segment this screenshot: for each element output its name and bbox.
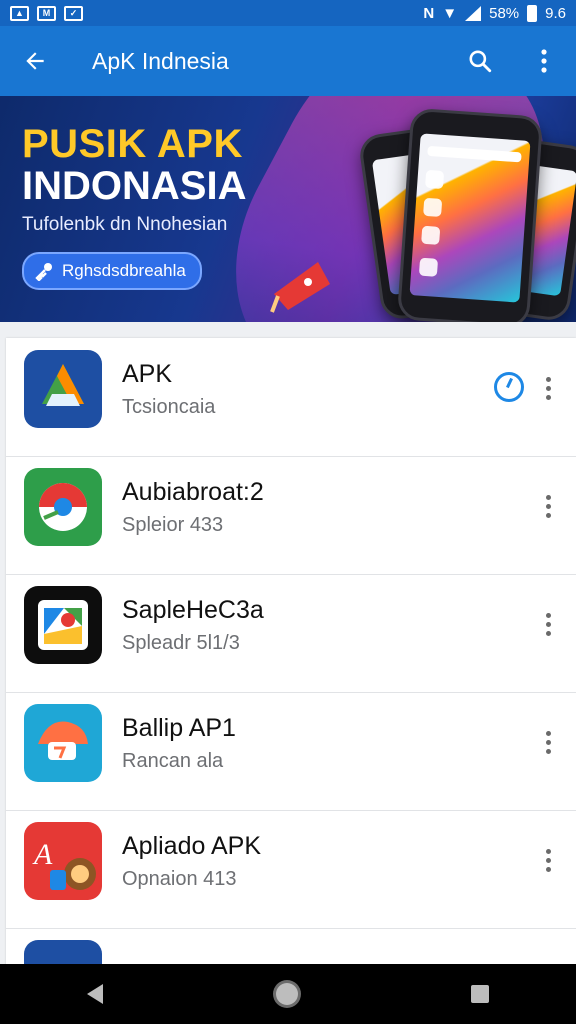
- list-item[interactable]: APK Tcsioncaia: [6, 338, 576, 457]
- app-name: Ballip AP1: [122, 714, 236, 742]
- banner-title-line2: INDONASIA: [22, 164, 247, 208]
- app-icon-drive: [24, 350, 102, 428]
- app-name: Apliado APK: [122, 832, 261, 860]
- battery-icon: [527, 4, 538, 22]
- app-icon-chrome: [24, 468, 102, 546]
- app-meta: Spleior 433: [122, 514, 224, 536]
- more-options-button[interactable]: [530, 840, 566, 880]
- app-meta: Spleadr 5l1/3: [122, 632, 240, 654]
- list-item[interactable]: Aubiabroat:2 Spleior 433: [6, 456, 576, 575]
- overflow-menu-button[interactable]: [512, 26, 576, 96]
- battery-percent: 58%: [489, 4, 520, 22]
- list-item[interactable]: A Apliado APK Opnaion 413: [6, 810, 576, 929]
- more-options-button[interactable]: [530, 604, 566, 644]
- back-button[interactable]: [0, 26, 70, 96]
- app-icon-monkey: A: [24, 822, 102, 900]
- signal-icon: [465, 5, 482, 21]
- app-icon-maps: [24, 586, 102, 664]
- list-item[interactable]: Ballip AP1 Rancan ala: [6, 692, 576, 811]
- app-meta: Rancan ala: [122, 750, 224, 772]
- more-options-button[interactable]: [530, 368, 566, 408]
- nav-home-icon[interactable]: [275, 983, 298, 1005]
- app-meta: Tcsioncaia: [122, 396, 216, 418]
- phone-mockup-center: [396, 107, 544, 322]
- more-vert-icon: [541, 49, 547, 73]
- nav-back-icon[interactable]: [86, 984, 103, 1004]
- banner-cta-label: Rghsdsdbreahla: [62, 261, 186, 280]
- app-list: APK Tcsioncaia Aubiabroat:2 Spleior 433 …: [6, 338, 576, 968]
- nfc-icon: N: [423, 4, 435, 22]
- mail-notification-icon: M: [37, 5, 56, 21]
- app-bar: ApK Indnesia: [0, 26, 576, 96]
- download-status-icon[interactable]: [494, 372, 524, 402]
- nav-recents-icon[interactable]: [471, 985, 490, 1003]
- more-options-button[interactable]: [530, 722, 566, 762]
- banner-subtitle: Tufolenbk dn Nnohesian: [22, 214, 228, 235]
- image-notification-icon: ▲: [10, 5, 29, 21]
- banner-cta-button[interactable]: Rghsdsdbreahla: [22, 252, 202, 290]
- chat-notification-icon: ✓: [64, 5, 83, 21]
- list-item-partial[interactable]: [6, 928, 576, 968]
- clock: 9.6: [545, 4, 566, 22]
- app-name: APK: [122, 360, 173, 388]
- system-nav-bar: [0, 964, 576, 1024]
- key-icon: [35, 263, 52, 281]
- wifi-icon: ▼: [442, 4, 458, 22]
- app-name: Aubiabroat:2: [122, 478, 264, 506]
- banner-title-line1: PUSIK APK: [22, 122, 243, 166]
- svg-text:A: A: [32, 838, 53, 871]
- app-icon-hat: [24, 704, 102, 782]
- app-meta: Opnaion 413: [122, 868, 237, 890]
- arrow-left-icon: [26, 52, 44, 70]
- flag-shape-icon: [270, 262, 330, 313]
- app-name: SapleHeC3a: [122, 596, 264, 624]
- promo-banner[interactable]: PUSIK APK INDONASIA Tufolenbk dn Nnohesi…: [0, 96, 576, 322]
- more-options-button[interactable]: [530, 486, 566, 526]
- status-bar: ▲ M ✓ N ▼ 58% 9.6: [0, 0, 576, 26]
- search-button[interactable]: [448, 26, 512, 96]
- list-item[interactable]: SapleHeC3a Spleadr 5l1/3: [6, 574, 576, 693]
- search-icon: [469, 50, 492, 73]
- page-title: ApK Indnesia: [92, 47, 229, 74]
